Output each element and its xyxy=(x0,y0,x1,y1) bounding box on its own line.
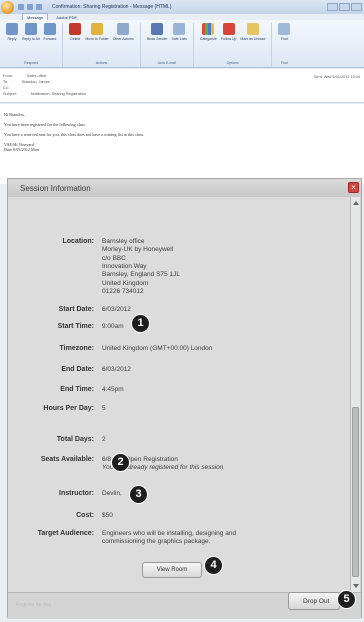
block-sender-icon xyxy=(151,23,164,35)
field-timezone: Timezone: United Kingdom (GMT+00:00) Lon… xyxy=(59,345,213,352)
body-line-1: You have been registered for the followi… xyxy=(4,122,86,128)
to-row: To: Brandon, James xyxy=(3,80,50,84)
callout-3: 3 xyxy=(129,485,148,504)
callout-5: 5 xyxy=(337,590,356,609)
close-window-button[interactable] xyxy=(351,3,362,11)
location-label: Location: xyxy=(62,238,95,245)
field-start-time: Start Time: 9:00am xyxy=(57,323,124,330)
cost-value: $50 xyxy=(102,512,113,519)
scroll-thumb[interactable] xyxy=(352,407,359,577)
group-label-respond: Respond xyxy=(24,61,39,65)
forward-button[interactable]: Forward xyxy=(43,23,56,41)
ribbon-group-find: Find Find xyxy=(278,23,296,67)
title-bar: Confirmation: Sharing Registration - Mes… xyxy=(0,0,364,14)
reply-all-button[interactable]: Reply to All xyxy=(22,23,40,41)
dialog-scrollbar[interactable] xyxy=(350,197,360,592)
group-label-options: Options xyxy=(226,61,239,65)
callout-2: 2 xyxy=(111,453,130,472)
view-room-button[interactable]: View Room xyxy=(142,562,202,578)
delete-button[interactable]: Delete xyxy=(69,23,82,41)
save-icon[interactable] xyxy=(18,4,24,10)
total-days-value: 2 xyxy=(102,436,106,443)
scroll-up-arrow-icon[interactable] xyxy=(353,201,359,205)
safe-lists-icon xyxy=(173,23,186,35)
outlook-message-window: Confirmation: Sharing Registration - Mes… xyxy=(0,0,364,622)
reply-all-icon xyxy=(24,23,37,35)
flag-icon xyxy=(222,23,235,35)
field-end-time: End Time: 4:45pm xyxy=(60,386,124,393)
folder-icon xyxy=(91,23,104,35)
subject-value: Notification: Sharing Registration xyxy=(30,92,87,96)
location-value: Barnsley office Morley-UK by Honeywell c… xyxy=(102,238,180,295)
greeting: Hi Brandon, xyxy=(4,112,25,117)
field-cost: Cost: $50 xyxy=(76,512,113,519)
maximize-button[interactable] xyxy=(339,3,350,11)
sent-row: Sent: Wed 6/01/2012 10:44 xyxy=(313,75,360,79)
ribbon-group-actions: Delete Move to Folder Other Actions Acti… xyxy=(69,23,141,67)
field-start-date: Start Date: 6/03/2012 xyxy=(58,306,131,313)
reply-icon xyxy=(6,23,18,35)
field-location: Location: Barnsley office Morley-UK by H… xyxy=(7,238,180,296)
group-label-find: Find xyxy=(280,61,288,65)
scroll-down-arrow-icon[interactable] xyxy=(353,584,359,588)
ribbon-group-junk: Block Sender Safe Lists Junk E-mail xyxy=(147,23,194,67)
from-row: From: Sales office xyxy=(3,74,47,78)
to-value[interactable]: Brandon, James xyxy=(22,80,50,84)
block-sender-button[interactable]: Block Sender xyxy=(147,23,168,41)
end-time-value: 4:45pm xyxy=(102,386,124,393)
field-total-days: Total Days: 2 xyxy=(56,436,106,443)
ribbon: Reply Reply to All Forward Respond Delet… xyxy=(0,20,364,68)
field-target-audience: Target Audience: Engineers who will be i… xyxy=(7,530,252,547)
reply-button[interactable]: Reply xyxy=(6,23,18,41)
from-value[interactable]: Sales office xyxy=(27,74,47,78)
categorize-button[interactable]: Categorize xyxy=(200,23,217,41)
hours-per-day-value: 5 xyxy=(102,405,106,412)
field-instructor: Instructor: Devlin, xyxy=(59,490,122,498)
field-end-date: End Date: 6/03/2012 xyxy=(61,366,131,373)
safe-lists-button[interactable]: Safe Lists xyxy=(172,23,187,41)
find-button[interactable]: Find xyxy=(278,23,291,41)
instructor-value[interactable]: Devlin, xyxy=(102,490,122,498)
mark-unread-button[interactable]: Mark as Unread xyxy=(240,23,265,41)
forward-icon xyxy=(43,23,56,35)
move-to-folder-button[interactable]: Move to Folder xyxy=(85,23,109,41)
group-label-actions: Actions xyxy=(95,61,108,65)
target-audience-value: Engineers who will be installing, design… xyxy=(102,530,237,546)
delete-icon xyxy=(69,23,82,35)
office-orb-icon[interactable] xyxy=(1,0,14,14)
other-actions-button[interactable]: Other Actions xyxy=(113,23,134,41)
follow-up-button[interactable]: Follow Up xyxy=(221,23,236,41)
ribbon-group-options: Categorize Follow Up Mark as Unread Opti… xyxy=(200,23,273,67)
window-title: Confirmation: Sharing Registration - Mes… xyxy=(52,4,172,10)
categorize-icon xyxy=(202,23,215,35)
message-header: From: Sales office To: Brandon, James Cc… xyxy=(0,69,364,103)
subject-row: Subject: Notification: Sharing Registrat… xyxy=(3,92,87,96)
redo-icon[interactable] xyxy=(36,4,42,10)
start-time-value: 9:00am xyxy=(102,323,124,330)
group-label-junk: Junk E-mail xyxy=(157,61,176,65)
actions-icon xyxy=(117,23,130,35)
cc-row: Cc: xyxy=(3,86,9,90)
start-date-value: 6/03/2012 xyxy=(102,306,131,313)
ribbon-group-respond: Reply Reply to All Forward Respond xyxy=(6,23,64,67)
callout-4: 4 xyxy=(204,556,223,575)
body-line-2: You have a reserved seat for you, this c… xyxy=(4,132,145,138)
sent-value: Wed 6/01/2012 10:44 xyxy=(323,75,360,79)
callout-1: 1 xyxy=(131,314,150,333)
drop-out-button[interactable]: Drop Out xyxy=(288,592,340,610)
end-date-value: 6/03/2012 xyxy=(102,366,131,373)
minimize-button[interactable] xyxy=(327,3,338,11)
body-date: Date 6/05/2012 Mon xyxy=(4,147,39,153)
register-text: Register for this xyxy=(16,602,52,608)
timezone-value: United Kingdom (GMT+00:00) London xyxy=(102,345,213,352)
undo-icon[interactable] xyxy=(27,4,33,10)
envelope-icon xyxy=(246,23,259,35)
window-controls xyxy=(327,3,362,11)
field-hours-per-day: Hours Per Day: 5 xyxy=(43,405,106,412)
find-icon xyxy=(278,23,291,35)
email-body: Hi Brandon, You have been registered for… xyxy=(0,104,364,184)
dialog-title: Session Information xyxy=(8,179,361,197)
dialog-close-button[interactable]: × xyxy=(348,182,359,193)
quick-access-toolbar xyxy=(18,4,42,10)
